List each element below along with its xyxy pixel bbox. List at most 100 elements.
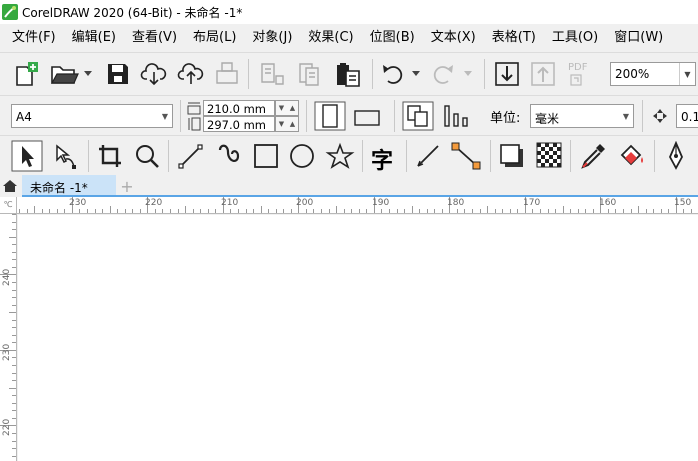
nudge-distance-input[interactable]: 0.1 — [676, 104, 698, 128]
window-title: CorelDRAW 2020 (64-Bit) - 未命名 -1* — [22, 5, 243, 20]
menu-text[interactable]: 文本(X) — [423, 24, 484, 52]
units-select[interactable]: 毫米 ▼ — [530, 104, 634, 128]
nudge-distance-value: 0.1 — [681, 110, 698, 124]
toolbar-separator — [168, 140, 169, 172]
ruler-label: 190 — [372, 198, 390, 208]
toolbar-separator — [394, 100, 395, 132]
toolbar-separator — [642, 100, 643, 132]
undo-icon[interactable] — [380, 62, 406, 86]
artistic-media-tool-icon[interactable] — [214, 142, 244, 170]
title-bar: CorelDRAW 2020 (64-Bit) - 未命名 -1* — [0, 0, 698, 24]
redo-icon[interactable] — [430, 62, 456, 86]
page-width-value: 210.0 mm — [207, 102, 266, 116]
coreldraw-logo-icon — [2, 4, 18, 20]
ruler-label: 240 — [2, 268, 12, 286]
current-page-icon[interactable] — [442, 103, 470, 129]
ruler-label: 180 — [447, 198, 465, 208]
page-size-value: A4 — [16, 110, 32, 124]
save-icon[interactable] — [106, 62, 130, 86]
page-size-select[interactable]: A4 ▼ — [11, 104, 173, 128]
eyedropper-tool-icon[interactable] — [578, 141, 608, 171]
property-bar: A4 ▼ 210.0 mm ▼▲ 297.0 mm ▼▲ 单位: 毫米 ▼ — [0, 95, 698, 135]
toolbar-separator — [406, 140, 407, 172]
page-height-input[interactable]: 297.0 mm — [203, 116, 275, 132]
menu-table[interactable]: 表格(T) — [484, 24, 544, 52]
zoom-tool-icon[interactable] — [133, 142, 161, 170]
page-width-input[interactable]: 210.0 mm — [203, 100, 275, 116]
pdf-icon — [570, 74, 582, 86]
export-arrow-icon[interactable] — [530, 61, 556, 87]
ruler-label: 210 — [221, 198, 239, 208]
ruler-label: 230 — [69, 198, 87, 208]
outline-pen-tool-icon[interactable] — [662, 141, 690, 171]
connector-tool-icon[interactable] — [450, 141, 482, 171]
open-dropdown-icon[interactable] — [84, 71, 92, 77]
home-icon — [3, 180, 17, 192]
ruler-label: 150 — [674, 198, 692, 208]
redo-dropdown-icon[interactable] — [464, 71, 472, 77]
interactive-fill-tool-icon[interactable] — [616, 141, 648, 171]
toolbar-separator — [490, 140, 491, 172]
menu-bitmaps[interactable]: 位图(B) — [362, 24, 423, 52]
cloud-download-icon[interactable] — [140, 62, 168, 86]
publish-pdf-button[interactable]: PDF — [565, 61, 597, 89]
portrait-icon[interactable] — [314, 101, 346, 131]
document-tab[interactable]: 未命名 -1* — [22, 175, 116, 197]
add-tab-button[interactable]: + — [118, 175, 136, 197]
vertical-ruler[interactable]: 240 230 220 — [0, 214, 17, 461]
shape-tool-icon[interactable] — [52, 142, 80, 170]
landscape-icon[interactable] — [353, 109, 381, 127]
toolbar-separator — [570, 140, 571, 172]
open-folder-icon[interactable] — [50, 63, 80, 85]
toolbar-separator — [362, 140, 363, 172]
menu-layout[interactable]: 布局(L) — [185, 24, 244, 52]
export-icon[interactable] — [296, 62, 324, 86]
ellipse-tool-icon[interactable] — [288, 142, 316, 170]
rectangle-tool-icon[interactable] — [252, 142, 280, 170]
menu-bar: 文件(F) 编辑(E) 查看(V) 布局(L) 对象(J) 效果(C) 位图(B… — [0, 24, 698, 52]
menu-view[interactable]: 查看(V) — [124, 24, 185, 52]
dimension-tool-icon[interactable] — [414, 142, 444, 170]
toolbar-separator — [372, 59, 373, 89]
new-document-icon[interactable] — [12, 61, 40, 87]
toolbox: 字 — [0, 135, 698, 175]
horizontal-ruler[interactable]: 230 220 210 200 190 180 170 160 150 — [17, 197, 698, 214]
import-arrow-icon[interactable] — [494, 61, 520, 87]
freehand-tool-icon[interactable] — [176, 142, 206, 170]
menu-object[interactable]: 对象(J) — [244, 24, 300, 52]
drawing-canvas[interactable] — [18, 215, 698, 461]
menu-window[interactable]: 窗口(W) — [606, 24, 671, 52]
crop-tool-icon[interactable] — [96, 142, 124, 170]
pick-tool-icon[interactable] — [11, 140, 43, 172]
horizontal-ruler-ticks — [19, 197, 692, 213]
ruler-origin-corner[interactable]: ℃ — [0, 197, 17, 214]
chevron-down-icon[interactable]: ▼ — [679, 63, 695, 85]
text-tool-icon[interactable]: 字 — [371, 143, 393, 175]
width-spinner[interactable]: ▼ ▲ — [275, 100, 299, 116]
menu-edit[interactable]: 编辑(E) — [64, 24, 124, 52]
toolbar-separator — [88, 140, 89, 172]
page-height-value: 297.0 mm — [207, 118, 266, 132]
all-pages-icon[interactable] — [402, 101, 434, 131]
menu-tools[interactable]: 工具(O) — [544, 24, 606, 52]
ruler-label: 230 — [2, 343, 12, 361]
print-icon[interactable] — [214, 61, 240, 87]
drop-shadow-tool-icon[interactable] — [498, 142, 526, 170]
clipboard-icon[interactable] — [333, 61, 363, 87]
menu-effects[interactable]: 效果(C) — [300, 24, 361, 52]
ruler-label: 200 — [296, 198, 314, 208]
height-spinner[interactable]: ▼ ▲ — [275, 116, 299, 132]
home-button[interactable] — [0, 175, 20, 197]
transparency-tool-icon[interactable] — [536, 142, 562, 168]
import-icon[interactable] — [258, 62, 286, 86]
width-icon — [187, 102, 201, 115]
document-tab-bar: 未命名 -1* + — [0, 175, 698, 197]
menu-file[interactable]: 文件(F) — [4, 24, 64, 52]
zoom-level-value: 200% — [615, 67, 650, 81]
cloud-upload-icon[interactable] — [177, 62, 205, 86]
document-tab-label: 未命名 -1* — [30, 181, 88, 195]
ruler-label: 160 — [599, 198, 617, 208]
zoom-level-combo[interactable]: 200% ▼ — [610, 62, 696, 86]
undo-dropdown-icon[interactable] — [412, 71, 420, 77]
polygon-tool-icon[interactable] — [325, 142, 355, 170]
